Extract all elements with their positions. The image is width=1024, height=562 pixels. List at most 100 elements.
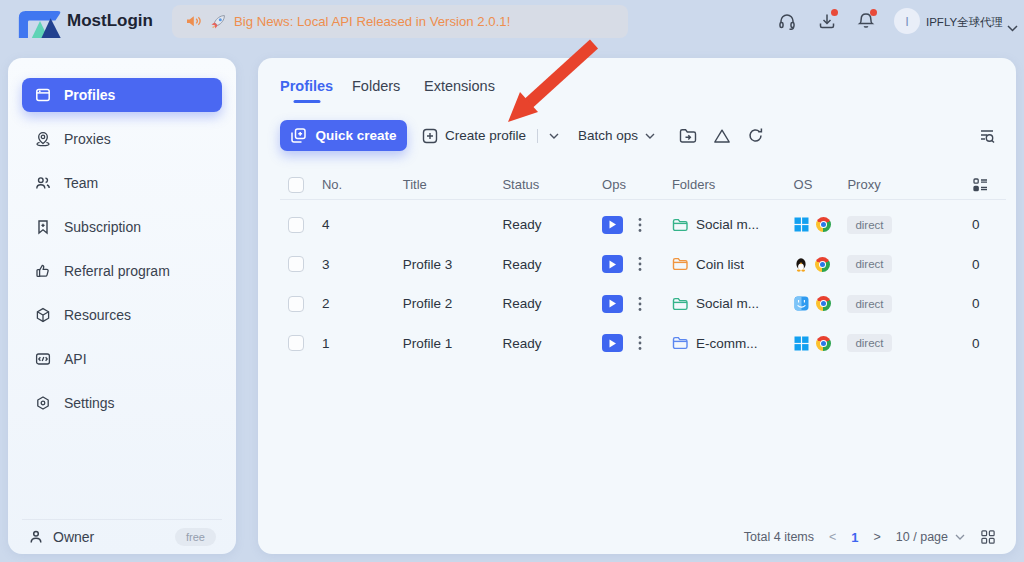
sidebar-nav: Profiles Proxies Team Subscription Referral … (22, 78, 222, 430)
sidebar-item-api[interactable]: API (22, 342, 222, 376)
sidebar-item-referral-program[interactable]: Referral program (22, 254, 222, 288)
proxy-badge: direct (847, 255, 891, 273)
sidebar-footer: Owner free (22, 519, 222, 554)
sidebar: Profiles Proxies Team Subscription Referral … (8, 58, 236, 554)
mostlogin-logo-icon (15, 5, 65, 44)
table-row: 3Profile 3ReadyCoin listdirect0 (280, 245, 1006, 285)
batch-ops-button[interactable]: Batch ops (578, 128, 655, 143)
main-panel: Profiles Folders Extensions Quick create (258, 58, 1016, 554)
sidebar-item-label: Subscription (64, 219, 141, 235)
cell-no: 1 (322, 336, 403, 351)
tab-extensions[interactable]: Extensions (424, 78, 495, 103)
cell-folder: E-comm... (696, 336, 758, 351)
header-title: Title (403, 177, 503, 192)
sidebar-item-label: API (64, 351, 87, 367)
create-profile-button[interactable]: Create profile (422, 128, 559, 144)
cell-extensions: 0 (966, 296, 1006, 311)
windows-icon (794, 336, 809, 351)
cell-no: 4 (322, 217, 403, 232)
cell-title: Profile 2 (403, 296, 503, 311)
cell-title: Profile 3 (403, 257, 503, 272)
sidebar-item-label: Proxies (64, 131, 111, 147)
user-menu-chevron-icon[interactable] (1007, 18, 1018, 36)
row-checkbox[interactable] (288, 296, 304, 312)
launch-profile-button[interactable] (602, 295, 623, 313)
cell-extensions: 0 (966, 257, 1006, 272)
folder-icon (672, 297, 688, 311)
sidebar-item-profiles[interactable]: Profiles (22, 78, 222, 112)
quick-create-button[interactable]: Quick create (280, 120, 407, 151)
prev-page-button[interactable]: < (829, 530, 836, 544)
sidebar-item-label: Settings (64, 395, 115, 411)
recycle-bin-icon[interactable] (713, 127, 731, 144)
cell-extensions: 0 (966, 336, 1006, 351)
current-page[interactable]: 1 (851, 530, 858, 545)
table-header: No. Title Status Ops Folders OS Proxy (280, 170, 1006, 200)
select-all-checkbox[interactable] (288, 177, 304, 193)
folder-icon (672, 336, 688, 350)
cell-folder: Coin list (696, 257, 744, 272)
row-checkbox[interactable] (288, 256, 304, 272)
page-size-select[interactable]: 10 / page (896, 530, 965, 544)
tab-profiles[interactable]: Profiles (280, 78, 333, 103)
announcement-banner[interactable]: Big News: Local API Released in Version … (172, 5, 628, 38)
profiles-icon (35, 87, 51, 103)
row-checkbox[interactable] (288, 335, 304, 351)
user-name[interactable]: IPFLY全球代理 (926, 15, 1003, 30)
toolbar: Quick create Create profile Batch ops (280, 120, 996, 151)
table-row: 4ReadySocial m...direct0 (280, 205, 1006, 245)
search-list-icon[interactable] (978, 127, 996, 144)
move-to-folder-icon[interactable] (679, 127, 697, 144)
table-row: 2Profile 2ReadySocial m...direct0 (280, 284, 1006, 324)
header-folders: Folders (672, 177, 794, 192)
download-icon[interactable] (817, 11, 837, 31)
cell-folder: Social m... (696, 217, 759, 232)
proxies-icon (35, 131, 51, 147)
sidebar-item-settings[interactable]: Settings (22, 386, 222, 420)
refresh-icon[interactable] (747, 127, 765, 144)
launch-profile-button[interactable] (602, 255, 623, 273)
table-row: 1Profile 1ReadyE-comm...direct0 (280, 324, 1006, 364)
row-checkbox[interactable] (288, 217, 304, 233)
cell-status: Ready (502, 257, 602, 272)
row-more-icon[interactable] (638, 217, 642, 233)
plan-badge: free (175, 528, 216, 546)
header-no: No. (322, 177, 403, 192)
tab-bar: Profiles Folders Extensions (258, 78, 1016, 111)
row-more-icon[interactable] (638, 296, 642, 312)
row-more-icon[interactable] (638, 256, 642, 272)
subscription-icon (35, 219, 51, 235)
rocket-icon (210, 14, 226, 30)
cell-no: 2 (322, 296, 403, 311)
sidebar-item-team[interactable]: Team (22, 166, 222, 200)
top-bar: MostLogin Big News: Local API Released i… (0, 0, 1024, 44)
sidebar-item-subscription[interactable]: Subscription (22, 210, 222, 244)
tab-folders[interactable]: Folders (352, 78, 400, 103)
windows-icon (794, 217, 809, 232)
pagination: Total 4 items < 1 > 10 / page (744, 529, 996, 545)
sidebar-item-resources[interactable]: Resources (22, 298, 222, 332)
total-items-label: Total 4 items (744, 530, 814, 544)
create-profile-dropdown-chevron-icon[interactable] (549, 133, 559, 139)
cell-extensions: 0 (966, 217, 1006, 232)
sidebar-item-label: Team (64, 175, 98, 191)
team-icon (35, 175, 51, 191)
row-more-icon[interactable] (638, 335, 642, 351)
user-avatar[interactable]: I (894, 8, 920, 34)
macos-icon (794, 296, 809, 311)
folder-icon (672, 257, 688, 271)
sidebar-item-label: Resources (64, 307, 131, 323)
table-body: 4ReadySocial m...direct03Profile 3ReadyC… (280, 200, 1006, 363)
proxy-badge: direct (847, 216, 891, 234)
support-headset-icon[interactable] (777, 11, 797, 31)
next-page-button[interactable]: > (874, 530, 881, 544)
folder-icon (672, 218, 688, 232)
grid-view-icon[interactable] (980, 529, 996, 545)
column-config-icon[interactable] (966, 177, 1006, 193)
launch-profile-button[interactable] (602, 334, 623, 352)
header-proxy: Proxy (847, 177, 966, 192)
notifications-bell-icon[interactable] (856, 11, 876, 31)
sidebar-item-proxies[interactable]: Proxies (22, 122, 222, 156)
cell-status: Ready (502, 336, 602, 351)
launch-profile-button[interactable] (602, 216, 623, 234)
